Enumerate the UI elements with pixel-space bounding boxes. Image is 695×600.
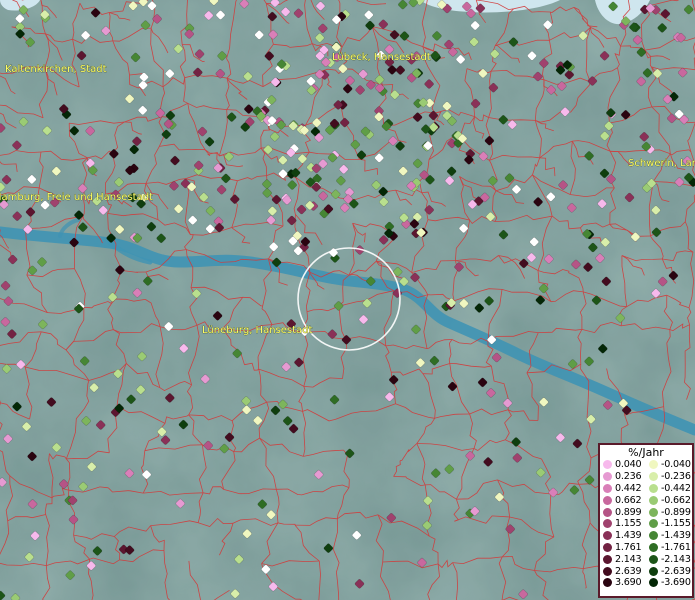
legend-row: 2.639 -2.639 — [600, 565, 692, 577]
legend-row: 1.155 -1.155 — [600, 518, 692, 530]
legend-entry-negative: -1.761 — [646, 542, 692, 553]
legend-row: 3.690 -3.690 — [600, 577, 692, 589]
legend-swatch — [649, 554, 658, 564]
legend-row: 1.761 -1.761 — [600, 542, 692, 554]
legend-entry-negative: -0.236 — [646, 471, 692, 482]
legend-entry-positive: 1.155 — [600, 518, 646, 529]
legend-entry-positive: 1.439 — [600, 530, 646, 541]
legend-value: 0.662 — [615, 494, 642, 506]
legend-panel: %/Jahr 0.040 -0.040 0.236 -0.236 0.442 -0.442… — [598, 443, 694, 598]
legend-row: 1.439 -1.439 — [600, 530, 692, 542]
legend-swatch — [603, 483, 612, 493]
legend-value: -3.690 — [661, 577, 691, 589]
legend-swatch — [649, 519, 658, 529]
legend-value: -0.040 — [661, 459, 691, 471]
legend-entry-positive: 1.761 — [600, 542, 646, 553]
legend-value: 1.155 — [615, 518, 642, 530]
legend-entry-negative: -2.639 — [646, 566, 692, 577]
legend-swatch — [649, 531, 658, 541]
legend-entry-positive: 0.442 — [600, 483, 646, 494]
legend-entry-negative: -0.442 — [646, 483, 692, 494]
city-label-kaltenkirchen: Kaltenkirchen, Stadt — [5, 64, 107, 75]
legend-entry-negative: -3.690 — [646, 577, 692, 588]
city-label-lueneburg: Lüneburg, Hansestadt — [202, 325, 313, 336]
legend-row: 0.236 -0.236 — [600, 471, 692, 483]
legend-swatch — [603, 554, 612, 564]
legend-value: -0.442 — [661, 482, 691, 494]
legend-swatch — [649, 542, 658, 552]
legend-entry-negative: -0.040 — [646, 459, 692, 470]
legend-value: 3.690 — [615, 577, 642, 589]
city-label-hamburg: Hamburg, Freie und Hansestadt — [0, 192, 153, 203]
legend-swatch — [649, 566, 658, 576]
legend-swatch — [603, 507, 612, 517]
legend-value: -0.662 — [661, 494, 691, 506]
legend-entry-positive: 2.639 — [600, 566, 646, 577]
legend-swatch — [603, 460, 612, 470]
legend-value: 0.040 — [615, 459, 642, 471]
legend-row: 0.442 -0.442 — [600, 483, 692, 495]
legend-swatch — [603, 542, 612, 552]
legend-swatch — [649, 507, 658, 517]
legend-swatch — [603, 578, 612, 588]
legend-entry-positive: 0.040 — [600, 459, 646, 470]
legend-value: 2.639 — [615, 565, 642, 577]
legend-entry-negative: -1.155 — [646, 518, 692, 529]
legend-value: -0.899 — [661, 506, 691, 518]
legend-value: -2.639 — [661, 565, 691, 577]
legend-entry-positive: 0.662 — [600, 495, 646, 506]
legend-title: %/Jahr — [628, 446, 664, 459]
city-label-luebeck: Lübeck, Hansestadt — [332, 52, 431, 63]
legend-rows: 0.040 -0.040 0.236 -0.236 0.442 -0.442 0.662 -0… — [600, 459, 692, 589]
legend-value: 0.236 — [615, 471, 642, 483]
legend-value: -0.236 — [661, 471, 691, 483]
legend-entry-positive: 3.690 — [600, 577, 646, 588]
legend-swatch — [603, 566, 612, 576]
legend-swatch — [603, 495, 612, 505]
legend-value: -2.143 — [661, 553, 691, 565]
legend-swatch — [603, 472, 612, 482]
legend-row: 0.899 -0.899 — [600, 506, 692, 518]
legend-value: 1.761 — [615, 541, 642, 553]
legend-entry-positive: 0.899 — [600, 507, 646, 518]
legend-value: 0.442 — [615, 482, 642, 494]
legend-value: -1.155 — [661, 518, 691, 530]
legend-row: 0.662 -0.662 — [600, 494, 692, 506]
legend-value: -1.439 — [661, 530, 691, 542]
legend-value: 1.439 — [615, 530, 642, 542]
legend-entry-negative: -0.899 — [646, 507, 692, 518]
legend-value: 0.899 — [615, 506, 642, 518]
legend-entry-negative: -2.143 — [646, 554, 692, 565]
legend-swatch — [649, 472, 658, 482]
legend-entry-negative: -1.439 — [646, 530, 692, 541]
legend-row: 0.040 -0.040 — [600, 459, 692, 471]
legend-swatch — [603, 531, 612, 541]
map-canvas[interactable]: Kaltenkirchen, Stadt Lübeck, Hansestadt … — [0, 0, 695, 600]
legend-row: 2.143 -2.143 — [600, 553, 692, 565]
legend-swatch — [603, 519, 612, 529]
legend-swatch — [649, 483, 658, 493]
city-label-schwerin: Schwerin, Landeshauptstadt — [628, 158, 695, 169]
legend-value: -1.761 — [661, 541, 691, 553]
legend-entry-positive: 2.143 — [600, 554, 646, 565]
legend-value: 2.143 — [615, 553, 642, 565]
legend-swatch — [649, 460, 658, 470]
legend-swatch — [649, 495, 658, 505]
legend-swatch — [649, 578, 658, 588]
legend-entry-positive: 0.236 — [600, 471, 646, 482]
legend-entry-negative: -0.662 — [646, 495, 692, 506]
